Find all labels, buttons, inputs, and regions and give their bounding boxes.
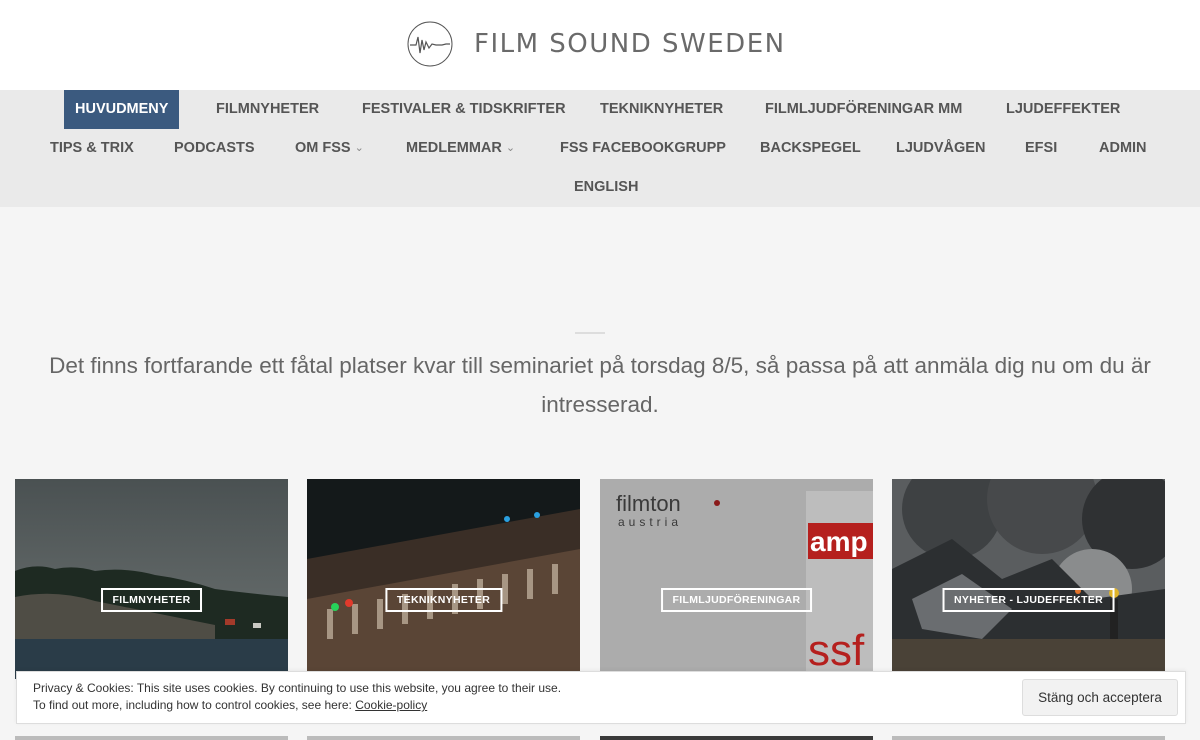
nav-item-medlemmar[interactable]: MEDLEMMAR ⌄ [395, 129, 526, 168]
post-card-row2[interactable] [15, 736, 288, 740]
nav-item-tekniknyheter[interactable]: TEKNIKNYHETER [589, 90, 734, 129]
cookie-policy-link[interactable]: Cookie-policy [355, 698, 427, 712]
waveform-logo-icon [407, 21, 453, 67]
mixing-console-image [307, 479, 580, 679]
nav-item-filmljudforeningar[interactable]: FILMLJUDFÖRENINGAR MM [754, 90, 973, 129]
nav-item-om-fss[interactable]: OM FSS ⌄ [284, 129, 375, 168]
sound-associations-logos-image: filmton austria amp ssf [600, 479, 873, 679]
post-card-filmljudforeningar[interactable]: filmton austria amp ssf FILMLJUDFÖRENING… [600, 479, 873, 679]
post-card-row2[interactable] [600, 736, 873, 740]
nav-item-efsi[interactable]: EFSI [1014, 129, 1068, 168]
coastline-image [15, 479, 288, 679]
cookie-banner: Privacy & Cookies: This site uses cookie… [16, 671, 1186, 724]
plane-wreck-image [892, 479, 1165, 679]
nav-item-festivaler[interactable]: FESTIVALER & TIDSKRIFTER [351, 90, 577, 129]
category-badge[interactable]: NYHETER - LJUDEFFEKTER [942, 588, 1115, 612]
post-card-row2[interactable] [307, 736, 580, 740]
section-divider [575, 332, 605, 334]
intro-text: Det finns fortfarande ett fåtal platser … [49, 353, 1151, 417]
nav-item-ljudvagen[interactable]: LJUDVÅGEN [885, 129, 996, 168]
nav-item-admin[interactable]: ADMIN [1088, 129, 1158, 168]
chevron-down-icon: ⌄ [354, 142, 364, 154]
nav-item-filmnyheter[interactable]: FILMNYHETER [205, 90, 330, 129]
site-title: FILM SOUND SWEDEN [474, 29, 786, 59]
nav-item-tips-trix[interactable]: TIPS & TRIX [39, 129, 145, 168]
accept-cookies-button[interactable]: Stäng och acceptera [1022, 679, 1178, 716]
main-navigation: HUVUDMENY FILMNYHETER FESTIVALER & TIDSK… [0, 90, 1200, 207]
cookie-text: Privacy & Cookies: This site uses cookie… [33, 681, 562, 712]
nav-item-ljudeffekter[interactable]: LJUDEFFEKTER [995, 90, 1131, 129]
site-header: FILM SOUND SWEDEN [0, 0, 1200, 90]
ssf-logo-text: ssf [808, 626, 865, 675]
category-badge[interactable]: FILMNYHETER [100, 588, 203, 612]
nav-item-backspegel[interactable]: BACKSPEGEL [749, 129, 872, 168]
filmton-logo-text: filmton [616, 491, 681, 516]
chevron-down-icon: ⌄ [505, 142, 516, 154]
site-logo[interactable]: FILM SOUND SWEDEN [406, 20, 786, 68]
nav-item-english[interactable]: ENGLISH [563, 168, 649, 207]
nav-item-podcasts[interactable]: PODCASTS [163, 129, 266, 168]
category-badge[interactable]: TEKNIKNYHETER [384, 588, 503, 612]
post-card-row2[interactable] [892, 736, 1165, 740]
nav-item-huvudmeny[interactable]: HUVUDMENY [64, 90, 180, 129]
amp-logo-text: amp [810, 526, 868, 557]
austria-logo-text: austria [618, 515, 682, 529]
nav-item-fss-facebookgrupp[interactable]: FSS FACEBOOKGRUPP [549, 129, 737, 168]
post-card-tekniknyheter[interactable]: TEKNIKNYHETER [307, 479, 580, 679]
post-card-filmnyheter[interactable]: FILMNYHETER [15, 479, 288, 679]
category-badge[interactable]: FILMLJUDFÖRENINGAR [660, 588, 813, 612]
post-card-nyheter-ljudeffekter[interactable]: NYHETER - LJUDEFFEKTER [892, 479, 1165, 679]
